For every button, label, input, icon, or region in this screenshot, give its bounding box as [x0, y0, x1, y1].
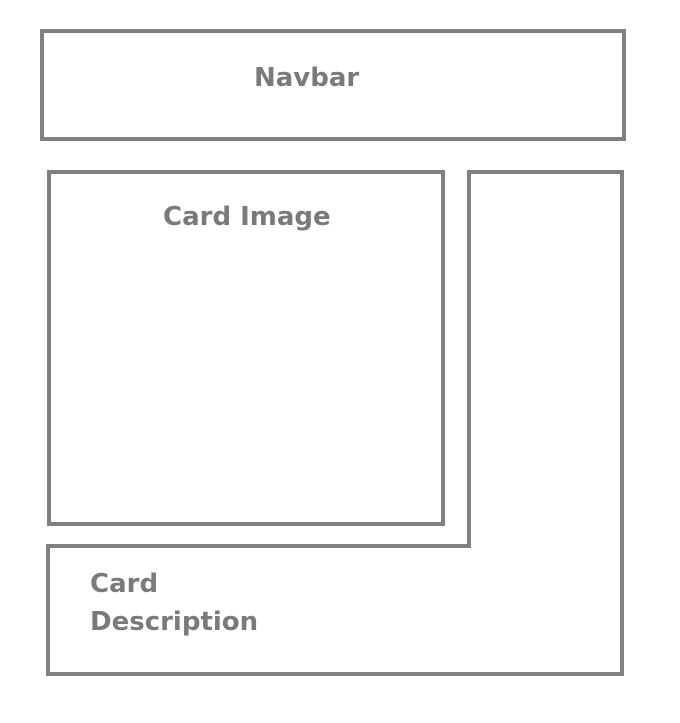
wireframe-diagram: Navbar Card Image Card Description: [0, 0, 680, 723]
card-description-label: Card Description: [90, 565, 258, 641]
card-image-label: Card Image: [163, 202, 331, 232]
card-description-line-2: Description: [90, 607, 259, 637]
card-description-line-1: Card: [90, 569, 159, 599]
